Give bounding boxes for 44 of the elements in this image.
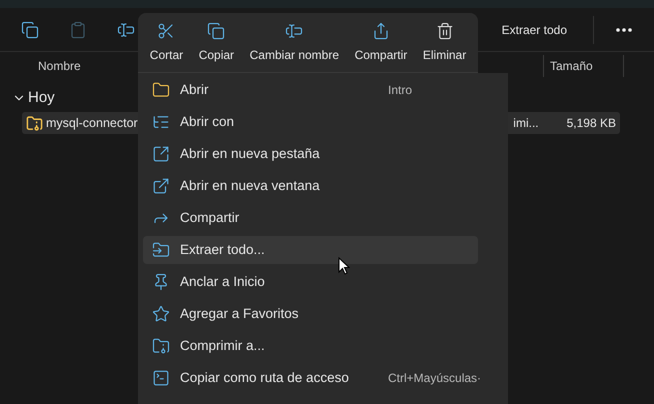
extract-folder-icon — [152, 241, 170, 259]
menu-item[interactable]: Anclar a Inicio — [143, 268, 478, 296]
folder-icon — [152, 81, 170, 99]
star-icon — [152, 305, 170, 323]
path-icon — [152, 369, 170, 387]
file-size: 5,198 KB — [566, 115, 616, 132]
scissors-icon — [157, 22, 176, 40]
table-cell-text: imi... — [513, 115, 539, 132]
shortcut-text: Intro — [388, 82, 414, 99]
menu-item[interactable]: Abrir con — [143, 108, 478, 136]
menu-item[interactable]: Copiar como ruta de acceso Ctrl+Mayúsculas· — [143, 364, 478, 392]
mouse-cursor-icon — [338, 257, 350, 275]
menu-item[interactable]: Abrir en nueva pestaña — [143, 140, 478, 168]
open-with-icon — [152, 113, 170, 131]
menu-item[interactable]: Abrir Intro — [143, 76, 478, 104]
copy-icon — [207, 22, 226, 40]
quick-action-button[interactable]: Cambiar nombre — [250, 22, 340, 64]
quick-action-button[interactable]: Copiar — [198, 22, 234, 64]
pin-icon — [152, 273, 170, 291]
trash-icon — [436, 22, 454, 40]
menu-item[interactable]: Extraer todo... — [143, 236, 478, 264]
rename-icon — [285, 22, 304, 40]
menu-item[interactable]: Comprimir a... — [143, 332, 478, 360]
column-header[interactable]: Nombre — [38, 57, 81, 75]
new-window-icon — [152, 177, 170, 195]
rename-icon — [117, 20, 135, 38]
extract-all-button[interactable]: Extraer todo — [496, 14, 573, 44]
column-header[interactable]: Tamaño — [550, 57, 623, 75]
zip-folder-icon — [152, 337, 170, 355]
new-tab-icon — [152, 145, 170, 163]
copy-icon — [21, 20, 39, 38]
shortcut-text: Ctrl+Mayúsculas· — [388, 370, 478, 387]
more-icon — [616, 28, 632, 32]
menu-item[interactable]: Agregar a Favoritos — [143, 300, 478, 328]
quick-action-button[interactable]: Eliminar — [422, 22, 466, 64]
zip-folder-icon — [26, 114, 43, 132]
share-icon — [372, 22, 390, 40]
menu-item[interactable]: Abrir en nueva ventana — [143, 172, 478, 200]
paste-icon — [69, 20, 87, 38]
menu-item[interactable]: Compartir — [143, 204, 478, 232]
group-label: Hoy — [28, 88, 55, 108]
file-name: mysql-connector — [46, 114, 138, 132]
quick-action-button[interactable]: Cortar — [150, 22, 184, 64]
quick-action-button[interactable]: Compartir — [354, 22, 408, 64]
